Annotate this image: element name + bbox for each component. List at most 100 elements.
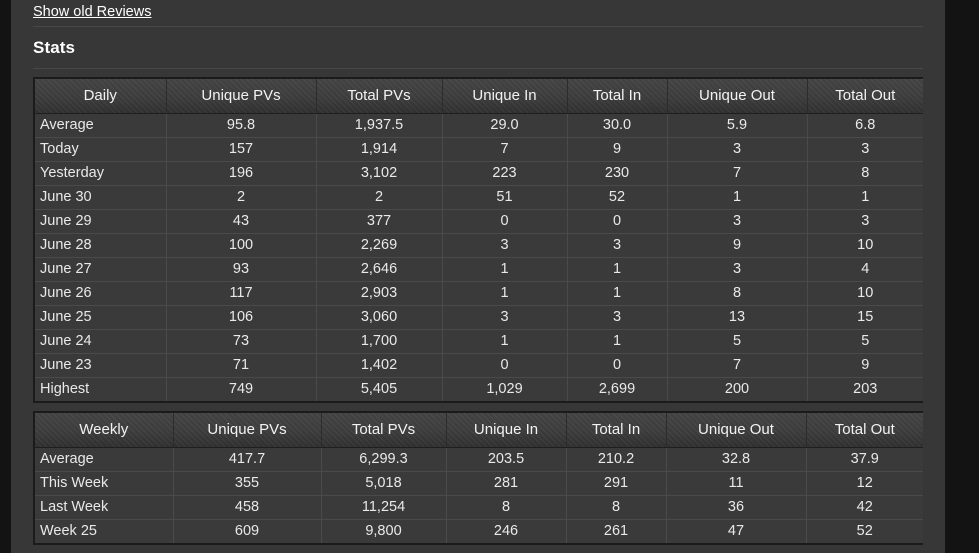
old-reviews-row: Show old Reviews [33, 0, 923, 26]
weekly-column-header: Total PVs [321, 413, 447, 448]
daily-cell: 9 [807, 353, 923, 378]
table-row: Highest 749 5,405 1,029 2,699 200 203 [35, 377, 923, 401]
daily-cell: 223 [442, 161, 568, 186]
page-title: Stats [33, 38, 76, 57]
weekly-cell: 417.7 [173, 447, 322, 472]
daily-cell: 3 [442, 233, 568, 258]
daily-row-label: Today [35, 137, 167, 162]
weekly-cell: 609 [173, 519, 322, 543]
daily-cell: 3 [667, 209, 808, 234]
daily-row-label: June 26 [35, 281, 167, 306]
daily-row-label: June 25 [35, 305, 167, 330]
daily-cell: 1 [442, 281, 568, 306]
weekly-cell: 210.2 [566, 447, 667, 472]
weekly-table-head: Weekly Unique PVs Total PVs Unique In Total … [35, 413, 923, 448]
table-row: June 30 2 2 51 52 1 1 [35, 185, 923, 210]
daily-row-label: June 27 [35, 257, 167, 282]
table-row: June 28 100 2,269 3 3 9 10 [35, 233, 923, 258]
daily-cell: 1 [567, 257, 668, 282]
weekly-cell: 291 [566, 471, 667, 496]
daily-cell: 749 [166, 377, 317, 401]
divider-under-title [33, 68, 923, 69]
daily-cell: 3 [807, 137, 923, 162]
daily-cell: 0 [567, 209, 668, 234]
table-row: June 25 106 3,060 3 3 13 15 [35, 305, 923, 330]
daily-stats-table: Daily Unique PVs Total PVs Unique In Total I… [35, 79, 923, 401]
weekly-cell: 458 [173, 495, 322, 520]
weekly-row-label: Last Week [35, 495, 174, 520]
daily-table-body: Average 95.8 1,937.5 29.0 30.0 5.9 6.8 Today 157… [35, 113, 923, 401]
daily-cell: 2,646 [316, 257, 443, 282]
weekly-cell: 12 [806, 471, 923, 496]
daily-cell: 1 [567, 329, 668, 354]
daily-cell: 157 [166, 137, 317, 162]
daily-cell: 6.8 [807, 113, 923, 138]
daily-cell: 117 [166, 281, 317, 306]
weekly-cell: 47 [666, 519, 807, 543]
daily-stats-table-wrap: Daily Unique PVs Total PVs Unique In Total I… [33, 77, 923, 403]
weekly-stats-table: Weekly Unique PVs Total PVs Unique In Total … [35, 413, 923, 543]
weekly-cell: 11,254 [321, 495, 447, 520]
daily-column-header: Unique In [442, 79, 568, 114]
daily-cell: 3 [807, 209, 923, 234]
daily-cell: 8 [667, 281, 808, 306]
daily-cell: 2,269 [316, 233, 443, 258]
daily-cell: 1,029 [442, 377, 568, 401]
daily-cell: 3,060 [316, 305, 443, 330]
weekly-row-label: Week 25 [35, 519, 174, 543]
daily-cell: 196 [166, 161, 317, 186]
table-row: June 29 43 377 0 0 3 3 [35, 209, 923, 234]
weekly-cell: 32.8 [666, 447, 807, 472]
daily-column-header: Unique PVs [166, 79, 317, 114]
daily-cell: 2 [316, 185, 443, 210]
daily-cell: 5,405 [316, 377, 443, 401]
daily-cell: 3 [667, 257, 808, 282]
page-root: Show old Reviews Stats Daily Unique PVs To… [0, 0, 979, 553]
daily-row-label: June 24 [35, 329, 167, 354]
daily-column-header: Total Out [807, 79, 923, 114]
weekly-cell: 246 [446, 519, 567, 543]
daily-row-label: June 29 [35, 209, 167, 234]
content-column: Show old Reviews Stats Daily Unique PVs To… [11, 0, 945, 553]
table-row: June 27 93 2,646 1 1 3 4 [35, 257, 923, 282]
daily-cell: 5 [807, 329, 923, 354]
daily-cell: 9 [567, 137, 668, 162]
weekly-column-header: Unique PVs [173, 413, 322, 448]
show-old-reviews-link[interactable]: Show old Reviews [33, 4, 151, 20]
daily-cell: 1 [567, 281, 668, 306]
daily-cell: 0 [442, 209, 568, 234]
weekly-cell: 36 [666, 495, 807, 520]
daily-cell: 1 [442, 257, 568, 282]
table-row: Last Week 458 11,254 8 8 36 42 [35, 495, 923, 520]
daily-cell: 100 [166, 233, 317, 258]
daily-cell: 0 [442, 353, 568, 378]
daily-row-label: June 28 [35, 233, 167, 258]
daily-cell: 43 [166, 209, 317, 234]
content-inner: Show old Reviews Stats Daily Unique PVs To… [11, 0, 945, 545]
weekly-cell: 203.5 [446, 447, 567, 472]
daily-row-label: Average [35, 113, 167, 138]
daily-cell: 3,102 [316, 161, 443, 186]
weekly-cell: 355 [173, 471, 322, 496]
daily-row-label: June 30 [35, 185, 167, 210]
daily-column-header: Daily [35, 79, 167, 114]
daily-cell: 3 [667, 137, 808, 162]
weekly-row-label: Average [35, 447, 174, 472]
daily-cell: 230 [567, 161, 668, 186]
daily-cell: 0 [567, 353, 668, 378]
daily-cell: 2,699 [567, 377, 668, 401]
daily-cell: 8 [807, 161, 923, 186]
daily-column-header: Unique Out [667, 79, 808, 114]
weekly-table-body: Average 417.7 6,299.3 203.5 210.2 32.8 37.9 Thi… [35, 447, 923, 543]
daily-column-header: Total PVs [316, 79, 443, 114]
daily-cell: 106 [166, 305, 317, 330]
weekly-cell: 11 [666, 471, 807, 496]
daily-cell: 71 [166, 353, 317, 378]
weekly-header-row: Weekly Unique PVs Total PVs Unique In Total … [35, 413, 923, 448]
weekly-cell: 9,800 [321, 519, 447, 543]
daily-header-row: Daily Unique PVs Total PVs Unique In Total I… [35, 79, 923, 114]
daily-cell: 203 [807, 377, 923, 401]
daily-cell: 1,402 [316, 353, 443, 378]
daily-cell: 7 [667, 353, 808, 378]
weekly-cell: 5,018 [321, 471, 447, 496]
